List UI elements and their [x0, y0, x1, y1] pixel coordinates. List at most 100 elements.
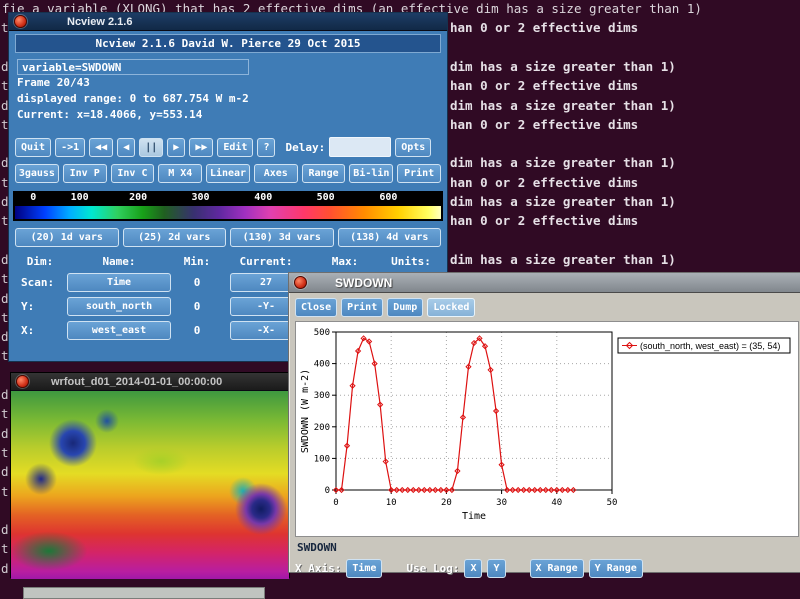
terminal-text: dim has a size greater than 1)	[450, 155, 676, 171]
vars-4d-button[interactable]: (138) 4d vars	[338, 228, 442, 247]
colorbar-tick-label: 100	[71, 192, 89, 203]
use-log-label: Use Log:	[406, 562, 459, 575]
y-tick-label: 0	[325, 486, 330, 496]
close-icon[interactable]	[294, 276, 307, 289]
current-coord-label: Current: x=18.4066, y=553.14	[17, 107, 447, 123]
quit-button[interactable]: Quit	[15, 138, 51, 157]
x-dim-button[interactable]: west_east	[67, 321, 171, 340]
terminal-text: t	[1, 213, 8, 229]
delay-label: Delay:	[285, 141, 325, 154]
map-image[interactable]	[11, 391, 289, 579]
axes-frame	[336, 332, 612, 490]
goto-frame1-button[interactable]: ->1	[55, 138, 85, 157]
plot-area: 010203040500100200300400500TimeSWDOWN (W…	[295, 321, 799, 537]
invert-p-button[interactable]: Inv P	[63, 164, 107, 183]
scan-dim-label: Scan:	[17, 276, 63, 289]
terminal-text: t	[1, 541, 8, 557]
range-button[interactable]: Range	[302, 164, 346, 183]
plot-footer-label: SWDOWN	[297, 541, 795, 554]
y-tick-label: 100	[314, 454, 330, 464]
terminal-text: t	[1, 348, 8, 364]
x-tick-label: 40	[551, 498, 562, 508]
print-plot-button[interactable]: Print	[341, 298, 383, 317]
log-x-toggle[interactable]: X	[464, 559, 482, 578]
transform-button[interactable]: Linear	[206, 164, 250, 183]
vars-1d-button[interactable]: (20) 1d vars	[15, 228, 119, 247]
close-icon[interactable]	[14, 15, 27, 28]
range-label: displayed range: 0 to 687.754 W m-2	[17, 91, 447, 107]
colorbar-tick-label: 600	[379, 192, 397, 203]
terminal-text: t	[1, 445, 8, 461]
y-axis-title: SWDOWN (W m-2)	[300, 369, 311, 453]
magnify-button[interactable]: M X4	[158, 164, 202, 183]
terminal-text: d	[1, 252, 8, 268]
y-range-button[interactable]: Y Range	[589, 559, 643, 578]
dim-col-header: Max:	[313, 255, 377, 268]
dim-col-header: Dim:	[17, 255, 63, 268]
axes-button[interactable]: Axes	[254, 164, 298, 183]
map-titlebar[interactable]: wrfout_d01_2014-01-01_00:00:00	[11, 373, 289, 391]
help-button[interactable]: ?	[257, 138, 275, 157]
map-window: wrfout_d01_2014-01-01_00:00:00	[10, 372, 290, 578]
x-dim-label: X:	[17, 324, 63, 337]
play-backward-icon[interactable]: ◀◀	[89, 138, 113, 157]
x-tick-label: 30	[496, 498, 507, 508]
colorbar[interactable]: 0 100 200 300 400 500 600	[13, 191, 443, 221]
x-range-button[interactable]: X Range	[530, 559, 584, 578]
legend-label: (south_north, west_east) = (35, 54)	[640, 341, 780, 351]
close-button[interactable]: Close	[295, 298, 337, 317]
close-icon[interactable]	[16, 375, 29, 388]
terminal-text: han 0 or 2 effective dims	[450, 175, 638, 191]
terminal-text: d	[1, 561, 8, 577]
colorbar-tick-label: 300	[191, 192, 209, 203]
vars-3d-button[interactable]: (130) 3d vars	[230, 228, 334, 247]
x-tick-label: 0	[333, 498, 338, 508]
print-button[interactable]: Print	[397, 164, 441, 183]
colorbar-tick-label: 500	[317, 192, 335, 203]
dim-col-header: Units:	[381, 255, 441, 268]
x-tick-label: 20	[441, 498, 452, 508]
dim-col-header: Name:	[67, 255, 171, 268]
x-tick-label: 10	[386, 498, 397, 508]
colormap-button[interactable]: 3gauss	[15, 164, 59, 183]
opts-button[interactable]: Opts	[395, 138, 431, 157]
terminal-fragments: han 0 or 2 effective dims dim has a size …	[450, 0, 800, 272]
y-tick-label: 500	[314, 328, 330, 338]
dump-button[interactable]: Dump	[387, 298, 423, 317]
terminal-text: han 0 or 2 effective dims	[450, 117, 638, 133]
play-forward-icon[interactable]: ▶▶	[189, 138, 213, 157]
terminal-text: d	[1, 426, 8, 442]
y-tick-label: 200	[314, 423, 330, 433]
terminal-text: d	[1, 464, 8, 480]
terminal-text: d	[1, 329, 8, 345]
dim-col-header: Min:	[175, 255, 219, 268]
terminal-text: t	[1, 78, 8, 94]
x-axis-dim-button[interactable]: Time	[346, 559, 382, 578]
delay-input[interactable]	[329, 137, 391, 157]
bilinear-button[interactable]: Bi-lin	[349, 164, 393, 183]
ncview-version-header: Ncview 2.1.6 David W. Pierce 29 Oct 2015	[15, 34, 441, 53]
terminal-text: t	[1, 406, 8, 422]
x-axis-title: Time	[462, 511, 486, 522]
pause-icon[interactable]: ||	[139, 138, 163, 157]
x-tick-label: 50	[607, 498, 618, 508]
colorbar-tick-label: 400	[254, 192, 272, 203]
terminal-text: han 0 or 2 effective dims	[450, 213, 638, 229]
log-y-toggle[interactable]: Y	[487, 559, 505, 578]
colorbar-gradient	[15, 206, 441, 219]
step-forward-icon[interactable]: ▶	[167, 138, 185, 157]
plot-titlebar[interactable]: SWDOWN	[289, 273, 800, 293]
ncview-titlebar[interactable]: Ncview 2.1.6	[9, 13, 447, 31]
time-dim-button[interactable]: Time	[67, 273, 171, 292]
terminal-text: dim has a size greater than 1)	[450, 194, 676, 210]
step-back-icon[interactable]: ◀	[117, 138, 135, 157]
y-dim-button[interactable]: south_north	[67, 297, 171, 316]
colorbar-tick-label: 0	[30, 192, 36, 203]
locked-toggle[interactable]: Locked	[427, 298, 475, 317]
terminal-text: t	[1, 20, 8, 36]
terminal-text: d	[1, 155, 8, 171]
vars-2d-button[interactable]: (25) 2d vars	[123, 228, 227, 247]
edit-button[interactable]: Edit	[217, 138, 253, 157]
terminal-text: t	[1, 175, 8, 191]
invert-c-button[interactable]: Inv C	[111, 164, 155, 183]
